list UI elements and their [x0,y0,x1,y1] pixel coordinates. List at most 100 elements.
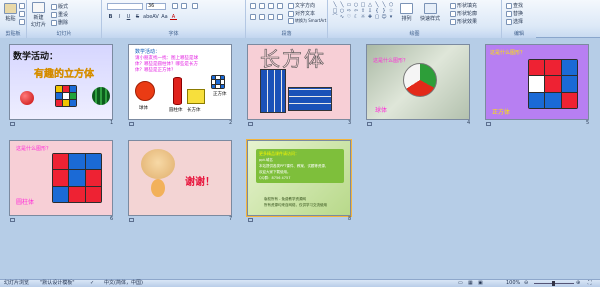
shadow-button[interactable]: abe [143,14,152,20]
slide-transition-icon[interactable] [10,122,15,126]
normal-view-icon[interactable]: ▭ [458,280,463,287]
delete-button[interactable]: 删除 [51,19,68,26]
shape-wave-icon[interactable]: ∿ [339,15,345,20]
justify-icon[interactable] [277,14,283,20]
shape-effects-button[interactable]: 形状效果 [450,18,477,25]
status-bar: 幻灯片浏览 "默认设计模板" ✓ 中文(简体，中国) ▭ ▦ ▣ 100% ⊖ … [0,279,600,287]
slide-transition-icon[interactable] [486,122,491,126]
reset-button[interactable]: 重设 [51,11,68,18]
shrink-font-icon[interactable] [181,3,187,9]
fit-window-icon[interactable]: ⛶ [588,280,592,287]
shape-outline-button[interactable]: 形状轮廓 [450,10,477,17]
decrease-indent-icon[interactable] [268,3,274,9]
bear-image [141,149,175,179]
strikethrough-button[interactable]: S [134,14,141,20]
shape-more-icon[interactable]: ▾ [388,15,394,20]
slide-thumbnail-7[interactable]: 谢谢！ [128,140,232,216]
group-clipboard: 粘贴 剪贴板 [0,0,27,38]
slide-4-answer: 球体 [375,107,388,114]
clear-format-icon[interactable] [192,3,198,9]
layout-button[interactable]: 版式 [51,3,68,10]
shape-heart-icon[interactable]: ♡ [346,15,352,20]
slide-thumbnail-6[interactable]: 这是什么图形？ 圆柱体 [9,140,113,216]
slide-transition-icon[interactable] [129,122,134,126]
shape-callout-icon[interactable]: ▢ [374,15,380,20]
label-sphere: 球体 [139,106,148,111]
text-direction-button[interactable]: 文字方向 [288,2,315,9]
slideshow-view-icon[interactable]: ▣ [478,280,483,287]
font-color-button[interactable]: A [170,14,177,20]
char-spacing-button[interactable]: AV [152,14,159,20]
align-left-icon[interactable] [250,14,256,20]
shape-smiley-icon[interactable]: ☺ [381,15,387,20]
select-button[interactable]: 选择 [506,18,523,25]
paste-button[interactable]: 粘贴 [4,3,17,22]
shape-line-icon[interactable]: ⌒ [332,15,338,20]
arrange-icon [400,3,413,14]
slide-2-line-3: 体？哪些是正方体？ [135,68,176,73]
bold-button[interactable]: B [107,14,114,20]
slide-thumbnail-1[interactable]: 数学活动： 有趣的立方体 [9,44,113,120]
slide-number-3: 3 [348,120,352,126]
numbering-icon[interactable] [259,3,265,9]
slide-transition-icon[interactable] [367,122,372,126]
quick-styles-button[interactable]: 快速样式 [420,3,440,22]
shape-moon-icon[interactable]: ☾ [353,15,359,20]
italic-button[interactable]: I [116,14,123,20]
change-case-button[interactable]: Aa [161,14,168,20]
slide-thumbnail-3[interactable]: 长方体 [247,44,351,120]
slide-transition-icon[interactable] [248,218,253,222]
shape-effects-icon [450,18,456,25]
zoom-out-button[interactable]: ⊖ [524,280,528,287]
shape-sun-icon[interactable]: ☼ [360,15,366,20]
label-cube: 正方体 [213,92,227,97]
bullets-icon[interactable] [250,3,256,9]
replace-button[interactable]: 替换 [506,10,523,17]
cuboid-image-flat [288,87,332,111]
slide-transition-icon[interactable] [248,122,253,126]
shapes-gallery[interactable]: ╲ ╲ ▭ ○ □ △ ╲ ╲ ⬡ □ ○ ⇨ ⇦ ⇧ ⇩{} ☆ ⌒ ∿ ♡ ☾ ☼ ✚ ▢ ☺ ▾ [332,3,394,20]
align-text-button[interactable]: 对齐文本 [288,10,315,17]
sphere-shape [135,81,155,101]
align-right-icon[interactable] [268,14,274,20]
underline-button[interactable]: U [125,14,132,20]
zoom-level[interactable]: 100% [506,280,520,287]
slide-sorter-view-icon[interactable]: ▦ [468,280,473,287]
rubiks-cube-image [528,59,578,109]
slide-8-title: 更多精品课件请访问： [259,151,299,156]
copy-icon[interactable] [19,11,25,17]
reset-icon [51,11,57,18]
zoom-in-button[interactable]: ⊕ [576,280,580,287]
format-painter-icon[interactable] [19,19,25,25]
slide-1-subtitle: 有趣的立方体 [34,69,94,80]
slide-thumbnail-8[interactable]: 更多精品课件请访问： ppt.域名 本站提供各类PPT课件、教案、试题等资源， … [246,139,352,217]
shape-cross-icon[interactable]: ✚ [367,15,373,20]
paste-icon [4,3,17,14]
slide-transition-icon[interactable] [129,218,134,222]
font-size-select[interactable]: 36 [146,3,166,10]
rubiks-cube-image [52,153,102,203]
grow-font-icon[interactable] [172,3,178,9]
group-label-clipboard: 剪贴板 [0,31,26,38]
shape-fill-icon [450,2,456,9]
increase-indent-icon[interactable] [277,3,283,9]
slide-transition-icon[interactable] [10,218,15,222]
slide-thumbnail-4[interactable]: 这是什么图形？ 球体 [366,44,470,120]
slide-thumbnail-2[interactable]: 数学活动： 请小朋友找一找：图上哪些是球 体？哪些是圆柱体？哪些是长方 体？哪些… [128,44,232,120]
slide-number-7: 7 [229,216,233,222]
shape-fill-button[interactable]: 形状填充 [450,2,477,9]
cube-shape [211,75,225,89]
slide-number-4: 4 [467,120,471,126]
new-slide-button[interactable]: 新建 幻灯片 [31,2,46,28]
align-center-icon[interactable] [259,14,265,20]
group-label-slides: 幻灯片 [27,31,101,38]
spellcheck-icon[interactable]: ✓ [90,280,94,287]
find-button[interactable]: 查找 [506,2,523,9]
font-name-select[interactable] [107,3,143,10]
arrange-button[interactable]: 排列 [400,3,413,22]
slide-thumbnail-5[interactable]: 这是什么图形？ 正方体 [485,44,589,120]
zoom-slider-thumb[interactable] [552,281,555,286]
smartart-button[interactable]: 转换为 SmartArt [288,18,326,24]
cut-icon[interactable] [19,3,25,9]
slide-number-5: 5 [586,120,590,126]
